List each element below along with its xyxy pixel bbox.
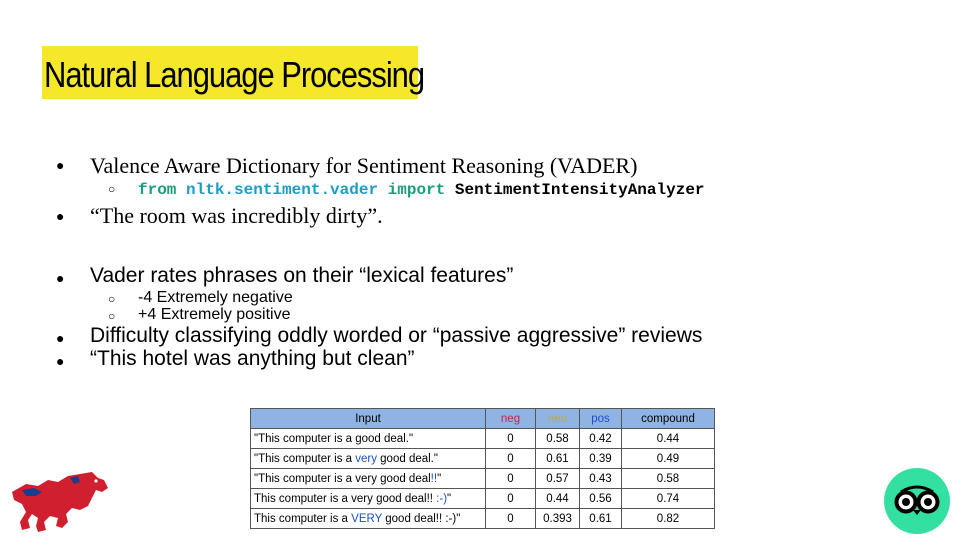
table-row: "This computer is a good deal." 0 0.58 0…: [250, 428, 715, 449]
cell-input: "This computer is a very good deal.": [250, 448, 486, 469]
code-import-line: from nltk.sentiment.vader import Sentime…: [138, 181, 705, 199]
sub-bullet-icon: ○: [108, 292, 116, 306]
smu-mustang-logo: [12, 472, 108, 532]
bullet-lexical-features: Vader rates phrases on their “lexical fe…: [90, 264, 514, 287]
cell-input: This computer is a very good deal!! :-)": [250, 488, 486, 509]
input-text: "This computer is a very good deal: [254, 472, 431, 485]
cell-pos: 0.43: [579, 468, 622, 489]
code-class-name: SentimentIntensityAnalyzer: [454, 181, 705, 199]
tripadvisor-owl-logo: [884, 468, 950, 534]
cell-pos: 0.42: [579, 428, 622, 449]
cell-compound: 0.49: [621, 448, 715, 469]
input-text: "This computer is a: [254, 452, 356, 465]
cell-compound: 0.82: [621, 508, 715, 529]
table-row: This computer is a VERY good deal!! :-)"…: [250, 508, 715, 529]
cell-input: This computer is a VERY good deal!! :-)": [250, 508, 486, 529]
cell-input: "This computer is a good deal.": [250, 428, 486, 449]
input-text: This computer is a: [254, 512, 352, 525]
cell-neg: 0: [485, 488, 536, 509]
vader-scores-table: Input neg neu pos compound "This compute…: [250, 408, 715, 529]
owl-eyes-icon: [894, 485, 940, 515]
code-keyword-from: from: [138, 181, 177, 199]
table-row: "This computer is a very good deal." 0 0…: [250, 448, 715, 469]
cell-compound: 0.74: [621, 488, 715, 509]
cell-neu: 0.44: [535, 488, 580, 509]
col-header-input: Input: [250, 408, 486, 429]
bullet-icon: ●: [56, 157, 65, 173]
sub-bullet-negative: -4 Extremely negative: [138, 289, 293, 306]
slide-title: Natural Language Processing: [44, 54, 425, 95]
code-keyword-import: import: [387, 181, 446, 199]
table-row: "This computer is a very good deal!!" 0 …: [250, 468, 715, 489]
sub-bullet-positive: +4 Extremely positive: [138, 306, 291, 323]
sub-bullet-icon: ○: [108, 182, 116, 196]
bullet-vader-name: Valence Aware Dictionary for Sentiment R…: [90, 153, 638, 178]
cell-pos: 0.39: [579, 448, 622, 469]
cell-compound: 0.58: [621, 468, 715, 489]
input-text-end: good deal!! :-)": [382, 512, 461, 525]
bullet-hotel-quote: “This hotel was anything but clean”: [90, 347, 415, 370]
cell-pos: 0.61: [579, 508, 622, 529]
input-text-end: ": [447, 492, 452, 505]
table-header-row: Input neg neu pos compound: [250, 408, 715, 429]
cell-neg: 0: [485, 468, 536, 489]
input-text-end: good deal.": [376, 452, 438, 465]
sub-bullet-icon: ○: [108, 309, 116, 323]
table-row: This computer is a very good deal!! :-)"…: [250, 488, 715, 509]
cell-neu: 0.58: [535, 428, 580, 449]
cell-neg: 0: [485, 428, 536, 449]
cell-neg: 0: [485, 448, 536, 469]
cell-pos: 0.56: [579, 488, 622, 509]
input-highlight: VERY: [351, 512, 383, 525]
bullet-icon: ●: [56, 330, 65, 346]
col-header-neg: neg: [485, 408, 536, 429]
col-header-neu: neu: [535, 408, 580, 429]
bullet-icon: ●: [56, 353, 65, 369]
cell-neg: 0: [485, 508, 536, 529]
cell-compound: 0.44: [621, 428, 715, 449]
input-highlight: :-): [436, 492, 448, 505]
input-highlight: very: [355, 452, 377, 465]
input-text: "This computer is a good deal.": [254, 432, 414, 445]
bullet-icon: ●: [56, 208, 65, 224]
cell-neu: 0.393: [535, 508, 580, 529]
col-header-compound: compound: [621, 408, 715, 429]
col-header-pos: pos: [579, 408, 622, 429]
bullet-passive-aggressive: Difficulty classifying oddly worded or “…: [90, 324, 703, 347]
cell-neu: 0.57: [535, 468, 580, 489]
input-text-end: ": [437, 472, 442, 485]
bullet-icon: ●: [56, 270, 65, 286]
cell-neu: 0.61: [535, 448, 580, 469]
input-text: This computer is a very good deal!!: [254, 492, 437, 505]
code-module: nltk.sentiment.vader: [186, 181, 379, 199]
cell-input: "This computer is a very good deal!!": [250, 468, 486, 489]
bullet-room-quote: “The room was incredibly dirty”.: [90, 203, 383, 228]
